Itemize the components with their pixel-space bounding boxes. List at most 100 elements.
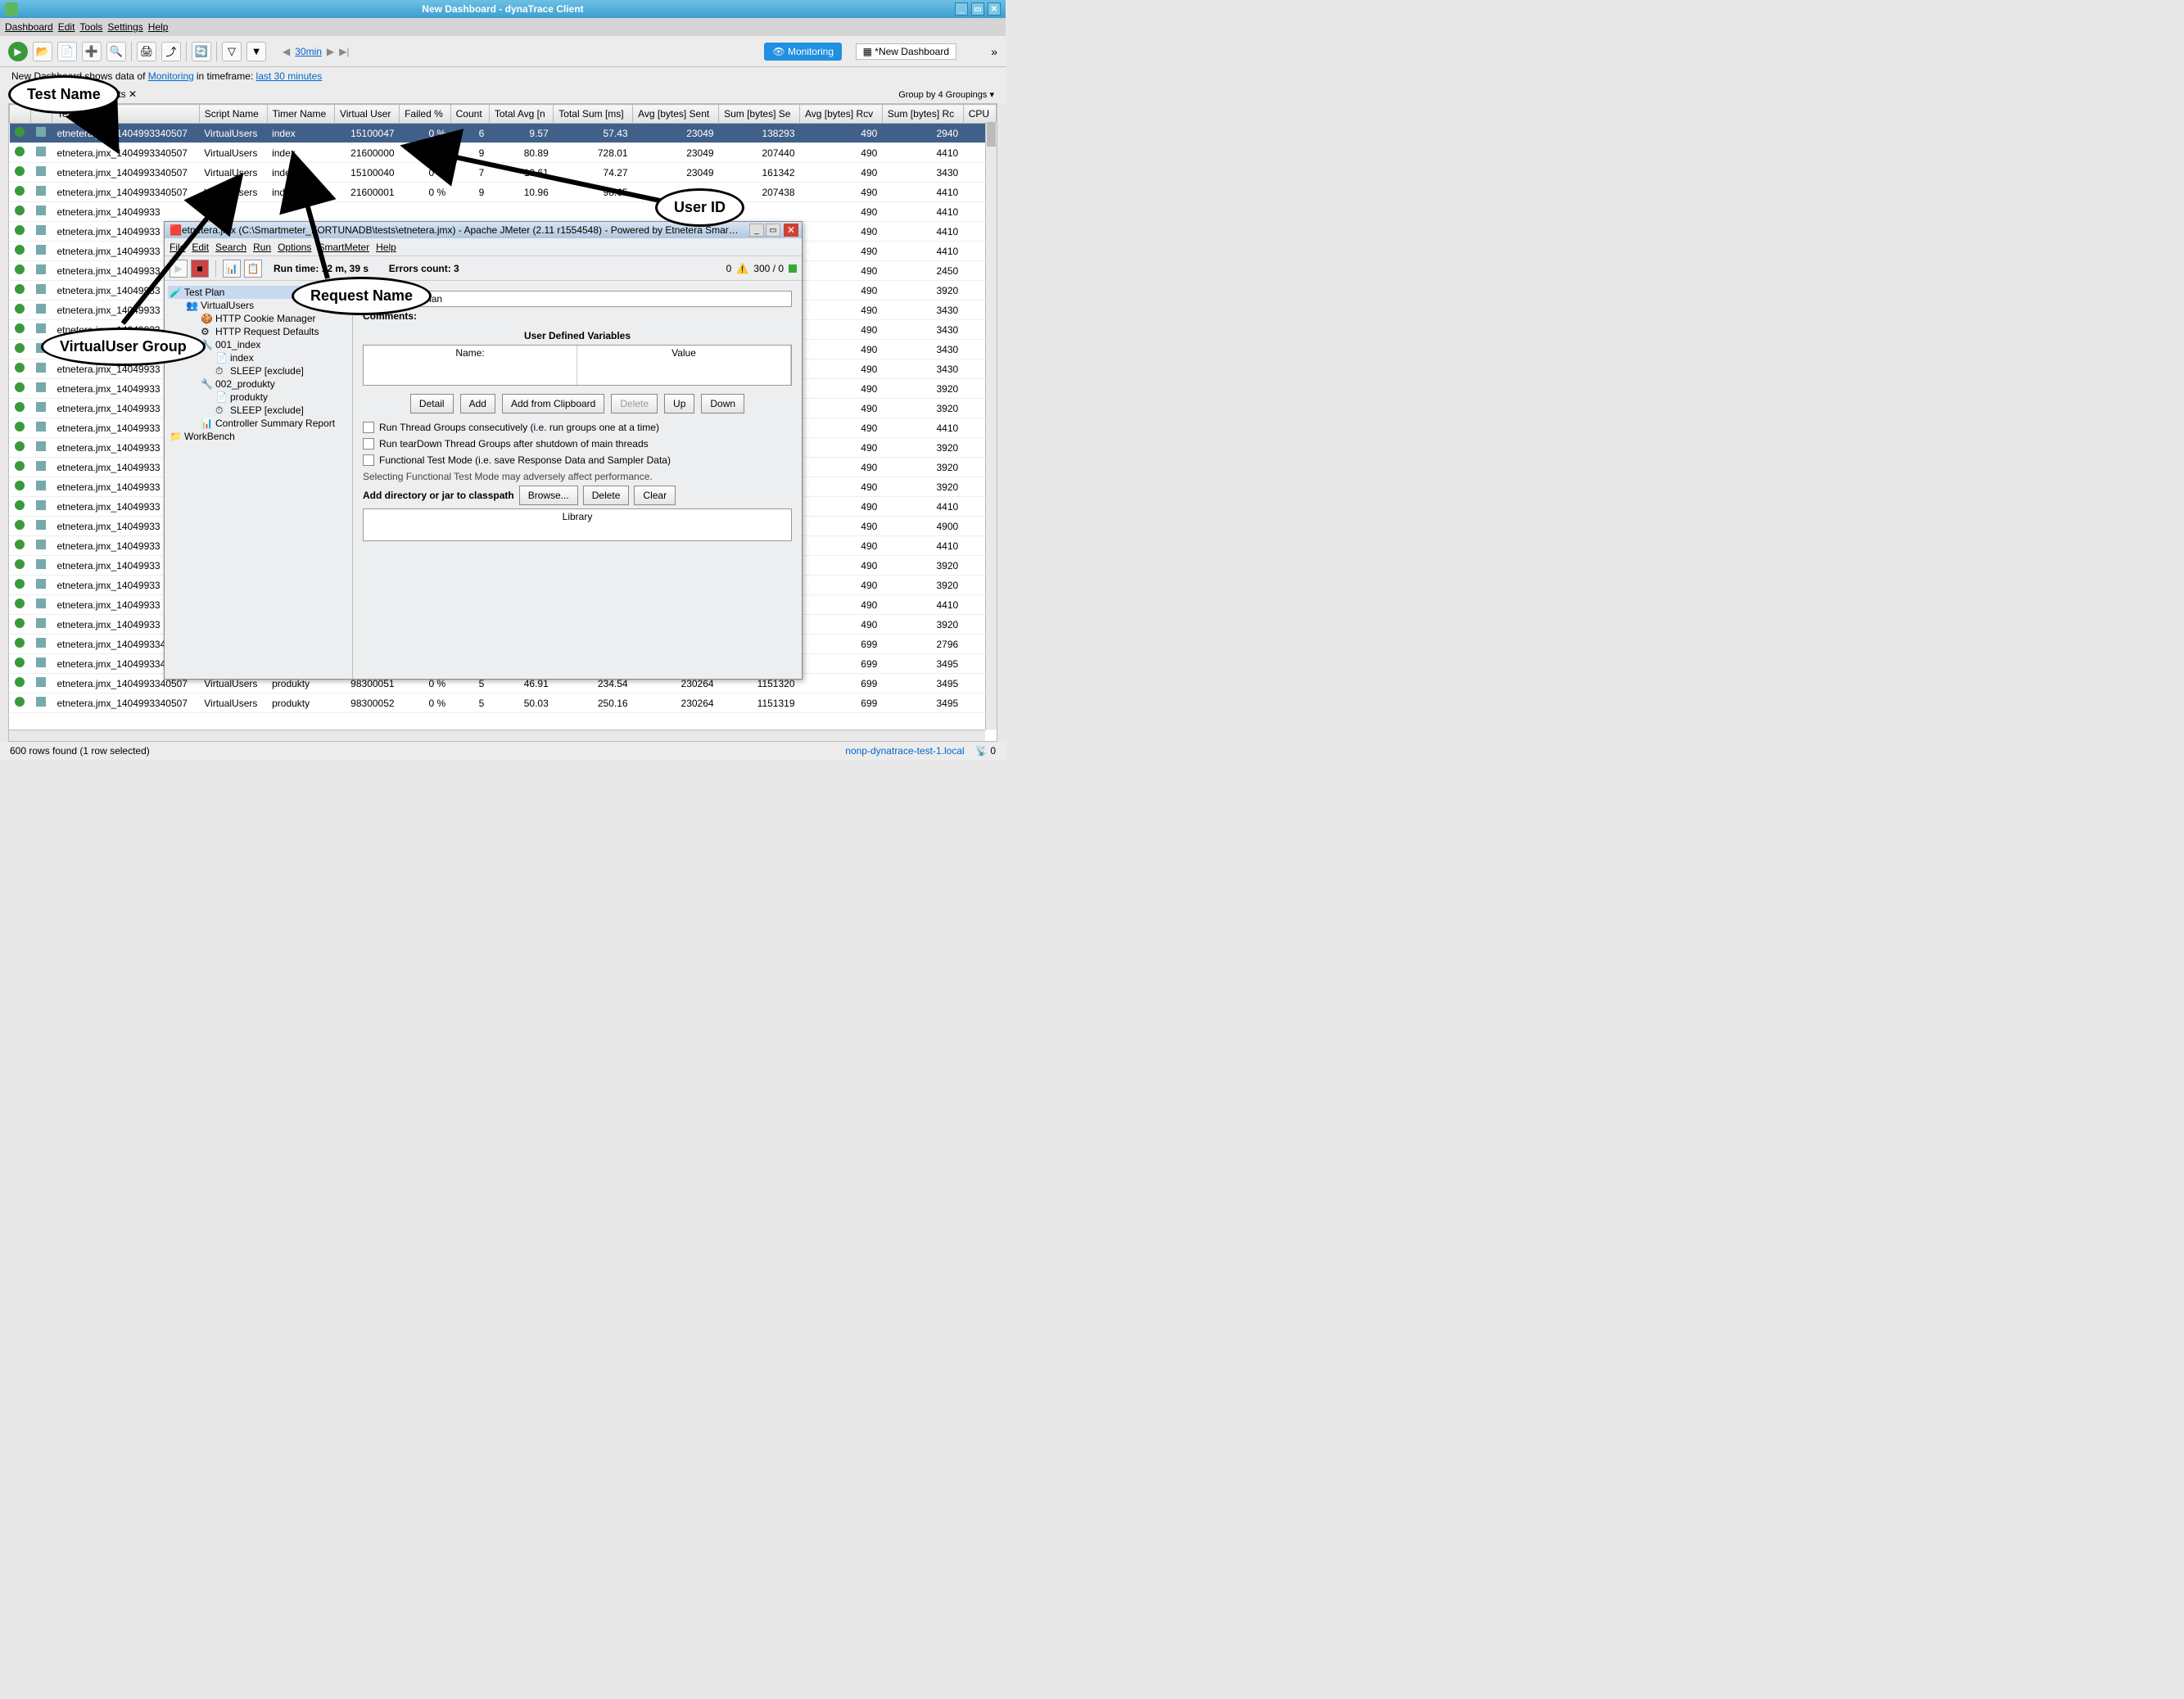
- menu-dashboard[interactable]: Dashboard: [5, 21, 53, 33]
- table-row[interactable]: etnetera.jmx_1404993340507VirtualUsersin…: [10, 163, 997, 183]
- vertical-scrollbar[interactable]: [985, 122, 997, 730]
- jmeter-content-pane: Name: Comments: User Defined Variables N…: [353, 281, 802, 679]
- jmeter-add-button[interactable]: Add: [460, 394, 495, 413]
- last-arrow-icon[interactable]: ▶|: [339, 46, 349, 57]
- monitoring-button[interactable]: 👁 Monitoring: [764, 43, 842, 61]
- search-icon[interactable]: 🔍: [106, 42, 126, 61]
- col-header-9[interactable]: Total Sum [ms]: [554, 105, 633, 124]
- jmeter-menu-smartmeter[interactable]: SmartMeter: [318, 242, 369, 253]
- jmeter-menu-options[interactable]: Options: [278, 242, 311, 253]
- tree-node-controller-summary-report[interactable]: 📊Controller Summary Report: [168, 417, 349, 430]
- checkbox-functional[interactable]: [363, 454, 374, 466]
- status-host-link[interactable]: nonp-dynatrace-test-1.local: [845, 745, 964, 757]
- group-by-dropdown[interactable]: Group by 4 Groupings ▾: [898, 89, 994, 100]
- col-header-1[interactable]: [31, 105, 52, 124]
- jmeter-titlebar[interactable]: 🟥 etnetera.jmx (C:\Smartmeter_FORTUNADB\…: [165, 222, 802, 238]
- name-label: Name:: [363, 293, 393, 305]
- scrollbar-thumb[interactable]: [987, 122, 996, 147]
- tree-node-001-index[interactable]: 🔧001_index: [168, 338, 349, 351]
- dashboard-tab-label[interactable]: No Tagged Web Requests ✕: [11, 88, 137, 100]
- menu-settings[interactable]: Settings: [107, 21, 142, 33]
- library-box[interactable]: Library: [363, 508, 792, 541]
- jmeter-close-button[interactable]: ✕: [784, 224, 798, 237]
- col-header-0[interactable]: [10, 105, 31, 124]
- jmeter-report-icon[interactable]: 📋: [244, 260, 262, 278]
- table-row[interactable]: etnetera.jmx_1404993340507VirtualUsersin…: [10, 143, 997, 163]
- col-header-8[interactable]: Total Avg [n: [489, 105, 553, 124]
- add-icon[interactable]: ➕: [82, 42, 102, 61]
- maximize-button[interactable]: ▭: [971, 2, 984, 16]
- filter2-icon[interactable]: ▼: [246, 42, 266, 61]
- prev-arrow-icon[interactable]: ◀: [283, 46, 290, 57]
- jmeter-detail-button[interactable]: Detail: [410, 394, 454, 413]
- col-header-10[interactable]: Avg [bytes] Sent: [633, 105, 719, 124]
- classpath-browse--button[interactable]: Browse...: [519, 486, 578, 505]
- jmeter-menu-run[interactable]: Run: [253, 242, 271, 253]
- crumb-link-monitoring[interactable]: Monitoring: [148, 70, 194, 82]
- table-row[interactable]: etnetera.jmx_1404993340507VirtualUserspr…: [10, 694, 997, 713]
- classpath-clear-button[interactable]: Clear: [634, 486, 676, 505]
- refresh-icon[interactable]: 🔄: [192, 42, 211, 61]
- timerange-link[interactable]: 30min: [295, 46, 322, 57]
- jmeter-title: etnetera.jmx (C:\Smartmeter_FORTUNADB\te…: [182, 224, 739, 236]
- tree-node-test-plan[interactable]: 🧪Test Plan: [168, 286, 349, 299]
- new-icon[interactable]: 📄: [57, 42, 77, 61]
- dashboard-chip[interactable]: ▦ *New Dashboard: [856, 43, 956, 60]
- col-header-3[interactable]: Script Name: [199, 105, 267, 124]
- user-vars-grid[interactable]: Name: Value: [363, 345, 792, 386]
- menu-help[interactable]: Help: [148, 21, 169, 33]
- rss-icon[interactable]: 📡: [975, 745, 990, 757]
- jmeter-stop-icon[interactable]: ■: [191, 260, 209, 278]
- minimize-button[interactable]: _: [955, 2, 968, 16]
- jmeter-menu-help[interactable]: Help: [376, 242, 396, 253]
- col-header-6[interactable]: Failed %: [400, 105, 451, 124]
- jmeter-chart-icon[interactable]: 📊: [223, 260, 241, 278]
- menu-edit[interactable]: Edit: [58, 21, 75, 33]
- crumb-link-timeframe[interactable]: last 30 minutes: [256, 70, 323, 82]
- tree-node-virtualusers[interactable]: 👥VirtualUsers: [168, 299, 349, 312]
- tree-node-produkty[interactable]: 📄produkty: [168, 391, 349, 404]
- col-header-5[interactable]: Virtual User: [334, 105, 399, 124]
- export-icon[interactable]: ⤴: [161, 42, 181, 61]
- col-header-2[interactable]: Test Name: [52, 105, 200, 124]
- print-icon[interactable]: 🖨: [137, 42, 156, 61]
- chevron-right-icon[interactable]: »: [991, 45, 997, 58]
- jmeter-menu-search[interactable]: Search: [215, 242, 246, 253]
- tree-node-workbench[interactable]: 📁WorkBench: [168, 430, 349, 443]
- col-header-14[interactable]: CPU: [963, 105, 996, 124]
- table-row[interactable]: etnetera.jmx_1404993340507VirtualUsersin…: [10, 124, 997, 143]
- horizontal-scrollbar[interactable]: [9, 730, 985, 741]
- jmeter-down-button[interactable]: Down: [701, 394, 744, 413]
- jmeter-menu-edit[interactable]: Edit: [192, 242, 209, 253]
- jmeter-delete-button[interactable]: Delete: [611, 394, 658, 413]
- checkbox-consecutive[interactable]: [363, 422, 374, 433]
- filter-icon[interactable]: ▽: [222, 42, 242, 61]
- tree-node-sleep-exclude-[interactable]: ⏱SLEEP [exclude]: [168, 404, 349, 417]
- play-button[interactable]: ▶: [8, 42, 28, 61]
- table-row[interactable]: etnetera.jmx_1404993340507VirtualUsersin…: [10, 183, 997, 202]
- col-header-12[interactable]: Avg [bytes] Rcv: [800, 105, 883, 124]
- jmeter-add-from-clipboard-button[interactable]: Add from Clipboard: [502, 394, 604, 413]
- col-header-13[interactable]: Sum [bytes] Rc: [882, 105, 963, 124]
- name-input[interactable]: [398, 291, 792, 307]
- close-button[interactable]: ✕: [988, 2, 1001, 16]
- tree-node-index[interactable]: 📄index: [168, 351, 349, 364]
- jmeter-maximize-button[interactable]: ▭: [766, 224, 780, 237]
- tree-node-http-cookie-manager[interactable]: 🍪HTTP Cookie Manager: [168, 312, 349, 325]
- jmeter-minimize-button[interactable]: _: [749, 224, 764, 237]
- table-row[interactable]: etnetera.jmx_140499334904410: [10, 202, 997, 222]
- jmeter-up-button[interactable]: Up: [664, 394, 694, 413]
- tree-node-002-produkty[interactable]: 🔧002_produkty: [168, 377, 349, 391]
- jmeter-play-icon[interactable]: ▶: [170, 260, 188, 278]
- checkbox-teardown[interactable]: [363, 438, 374, 450]
- col-header-11[interactable]: Sum [bytes] Se: [719, 105, 800, 124]
- tree-node-sleep-exclude-[interactable]: ⏱SLEEP [exclude]: [168, 364, 349, 377]
- tree-node-http-request-defaults[interactable]: ⚙HTTP Request Defaults: [168, 325, 349, 338]
- col-header-7[interactable]: Count: [450, 105, 489, 124]
- next-arrow-icon[interactable]: ▶: [327, 46, 334, 57]
- open-icon[interactable]: 📂: [33, 42, 52, 61]
- col-header-4[interactable]: Timer Name: [267, 105, 334, 124]
- menu-tools[interactable]: Tools: [79, 21, 102, 33]
- classpath-delete-button[interactable]: Delete: [583, 486, 630, 505]
- jmeter-menu-file[interactable]: File: [170, 242, 185, 253]
